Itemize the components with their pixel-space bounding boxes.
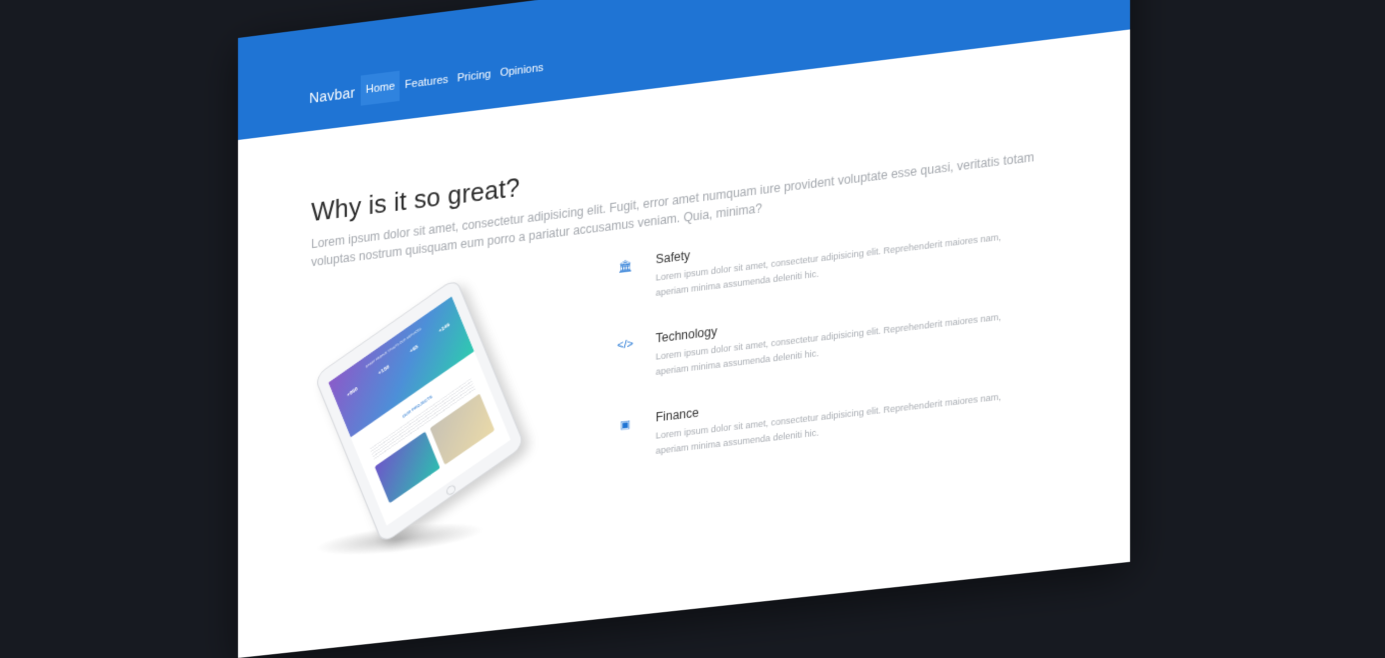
bank-icon: 🏛 <box>618 260 633 274</box>
feature-title: Technology <box>655 324 718 346</box>
website-page: Navbar Home Features Pricing Opinions f … <box>238 0 1131 658</box>
tablet-frame: GREAT PEOPLE TRUSTS OUR SERVICES +950 +1… <box>313 277 526 545</box>
feature-text: Lorem ipsum dolor sit amet, consectetur … <box>655 391 1002 456</box>
tablet-stat: +85 <box>409 343 420 355</box>
money-icon: ▣ <box>620 418 631 432</box>
mockup-stage: Navbar Home Features Pricing Opinions f … <box>0 0 1385 658</box>
feature-title: Finance <box>655 405 699 425</box>
tablet-stat: +246 <box>438 321 451 335</box>
navbar: Navbar Home Features Pricing Opinions f … <box>238 0 1131 141</box>
nav-link-home[interactable]: Home <box>360 70 400 106</box>
tablet-image: GREAT PEOPLE TRUSTS OUR SERVICES +950 +1… <box>313 252 574 576</box>
feature-title: Safety <box>655 248 691 267</box>
nav-links: Home Features Pricing Opinions <box>360 52 549 106</box>
tablet-home-button <box>445 483 457 497</box>
navbar-brand[interactable]: Navbar <box>309 84 355 106</box>
tablet-stat: +150 <box>377 364 391 377</box>
feature-text: Lorem ipsum dolor sit amet, consectetur … <box>655 231 1002 298</box>
tablet-stat: +950 <box>346 386 359 399</box>
tablet-stats: +950 +150 +85 +246 <box>336 315 462 406</box>
nav-link-opinions[interactable]: Opinions <box>496 53 548 88</box>
nav-link-pricing[interactable]: Pricing <box>453 60 495 93</box>
tablet-hero-text: GREAT PEOPLE TRUSTS OUR SERVICES <box>364 326 422 369</box>
nav-link-features[interactable]: Features <box>401 65 452 100</box>
feature-text: Lorem ipsum dolor sit amet, consectetur … <box>655 311 1002 377</box>
code-icon: </> <box>617 338 634 353</box>
tablet-screen: GREAT PEOPLE TRUSTS OUR SERVICES +950 +1… <box>328 296 511 526</box>
